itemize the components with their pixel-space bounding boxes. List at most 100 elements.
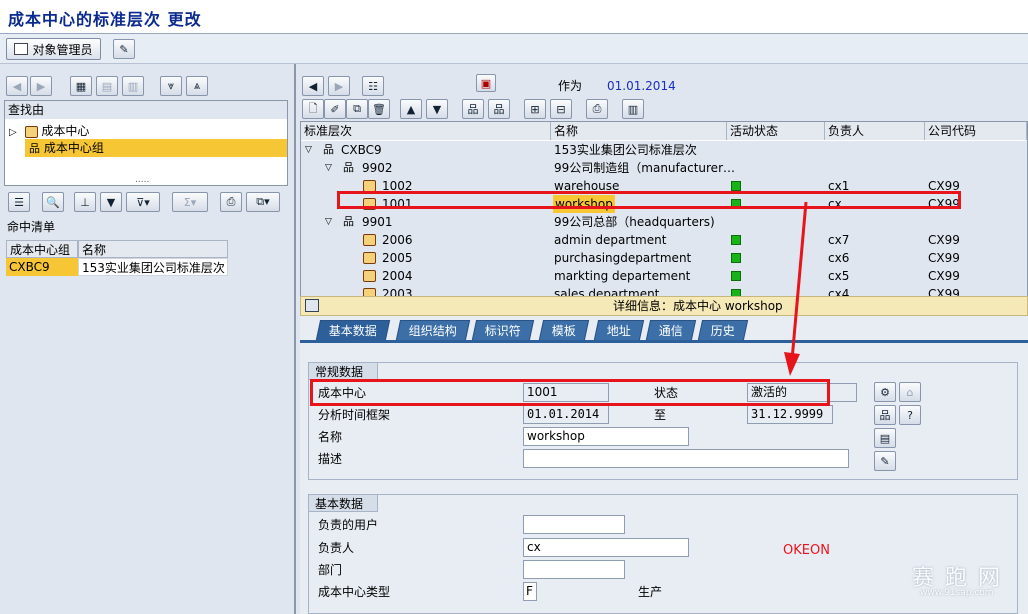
details-icon[interactable]: ☰ (8, 192, 30, 212)
list-icon[interactable]: ☷ (362, 76, 384, 96)
object-manager-icon (14, 43, 29, 55)
filter-icon[interactable]: ⊽▾ (126, 192, 160, 212)
hitlist-col-name[interactable]: 名称 (78, 240, 228, 258)
col-name[interactable]: 名称 (551, 122, 727, 140)
tab-identifier[interactable]: 标识符 (471, 320, 535, 340)
col-company-code[interactable]: 公司代码 (925, 122, 1027, 140)
expand-all-icon[interactable]: ⊞ (524, 99, 546, 119)
collapse-arrow-icon: ▽ (305, 145, 312, 155)
department-field[interactable] (523, 560, 625, 579)
cost-center-type-field[interactable]: F (523, 582, 537, 601)
group-icon: 品 (323, 143, 334, 156)
responsible-user-field[interactable] (523, 515, 625, 534)
group-hierarchy-icon: 品 (29, 142, 40, 155)
hitlist-col-group[interactable]: 成本中心组 (6, 240, 78, 258)
change-icon[interactable]: ✐ (324, 99, 346, 119)
group-icon: 品 (343, 215, 354, 228)
responsible-person-field[interactable]: cx (523, 538, 689, 557)
valid-to-field[interactable]: 31.12.9999 (747, 405, 833, 424)
expand-icon[interactable]: ▥ (122, 76, 144, 96)
move-down-icon[interactable]: ⩔ (160, 76, 182, 96)
calendar-icon[interactable]: ▣ (476, 74, 496, 92)
back-arrow-icon[interactable]: ◀ (302, 76, 324, 96)
search-item-cost-center-group[interactable]: 品 成本中心组 (25, 139, 287, 157)
back-arrow-icon[interactable]: ◀ (6, 76, 28, 96)
object-manager-button[interactable]: 对象管理员 (6, 38, 101, 60)
export-icon[interactable]: ⧉▾ (246, 192, 280, 212)
hierarchy-sub-icon[interactable]: 品 (488, 99, 510, 119)
search-item-cost-center[interactable]: ▷ 成本中心 (9, 122, 89, 140)
tab-basic-data[interactable]: 基本数据 (315, 320, 391, 340)
hitlist-cell-name[interactable]: 153实业集团公司标准层次 (78, 258, 228, 276)
collapse-arrow-icon: ▽ (325, 163, 332, 173)
name-label: 名称 (318, 430, 343, 444)
hierarchy-table: 标准层次 名称 活动状态 负责人 公司代码 ▽ 品 CXBC9 153实业集团公… (300, 121, 1028, 297)
print-icon[interactable]: ⎙ (220, 192, 242, 212)
zoom-icon[interactable]: 🔍 (42, 192, 64, 212)
col-responsible[interactable]: 负责人 (825, 122, 925, 140)
delete-icon[interactable]: 🗑 (368, 99, 390, 119)
responsible-user-label: 负责的用户 (318, 518, 379, 532)
tab-communication[interactable]: 通信 (645, 320, 697, 340)
description-label: 描述 (318, 452, 343, 466)
forward-arrow-icon[interactable]: ▶ (328, 76, 350, 96)
hierarchy-toolbar-1: ◀ ▶ ☷ ▣ 作为 01.01.2014 (300, 74, 1028, 98)
tree-row-2005[interactable]: 2005 purchasingdepartment cx6 CX99 (301, 249, 1027, 267)
application-toolbar: 对象管理员 ✎ (0, 34, 1028, 64)
print-icon[interactable]: ⎙ (586, 99, 608, 119)
department-label: 部门 (318, 563, 343, 577)
move-up-icon[interactable]: ⩓ (186, 76, 208, 96)
sum-icon[interactable]: Σ▾ (172, 192, 208, 212)
search-header: 查找由 (5, 101, 287, 119)
cost-center-icon (363, 234, 376, 246)
expand-arrow-icon: ▷ (9, 127, 17, 138)
valid-from-field[interactable]: 01.01.2014 (523, 405, 609, 424)
move-down-icon[interactable]: ▼ (426, 99, 448, 119)
general-data-title: 常规数据 (308, 362, 378, 380)
info-icon[interactable]: ? (899, 405, 921, 425)
description-field[interactable] (523, 449, 849, 468)
tab-template[interactable]: 模板 (538, 320, 590, 340)
lock-icon[interactable]: ⌂ (899, 382, 921, 402)
cost-center-type-text: 生产 (638, 585, 663, 599)
create-icon[interactable]: 🗋 (302, 99, 324, 119)
tree-row-9902[interactable]: ▽ 品 9902 99公司制造组（manufacturer… (301, 159, 1027, 177)
tree-row-2004[interactable]: 2004 markting departement cx5 CX99 (301, 267, 1027, 285)
left-toolbar: ◀ ▶ ▦ ▤ ▥ ⩔ ⩓ (4, 74, 294, 98)
collapse-all-icon[interactable]: ⊟ (550, 99, 572, 119)
col-hierarchy[interactable]: 标准层次 (301, 122, 551, 140)
forward-arrow-icon[interactable]: ▶ (30, 76, 52, 96)
hitlist-toolbar: ☰ 🔍 ⊥ ▼ ⊽▾ Σ▾ ⎙ ⧉▾ (4, 190, 294, 214)
responsible-person-label: 负责人 (318, 541, 355, 555)
layout-icon[interactable]: ▥ (622, 99, 644, 119)
cost-center-icon (24, 125, 38, 138)
hitlist-cell-group[interactable]: CXBC9 (6, 258, 78, 276)
find-icon[interactable]: ▦ (70, 76, 92, 96)
tree-row-9901[interactable]: ▽ 品 9901 99公司总部（headquarters) (301, 213, 1027, 231)
copy-icon[interactable]: ⧉ (346, 99, 368, 119)
active-status-icon (731, 235, 741, 245)
edit-pencil-icon[interactable]: ✎ (113, 39, 135, 59)
move-up-icon[interactable]: ▲ (400, 99, 422, 119)
window-title: 成本中心的标准层次 更改 (8, 10, 202, 29)
tree-row-cxbc9[interactable]: ▽ 品 CXBC9 153实业集团公司标准层次 (301, 141, 1027, 159)
notes-icon[interactable]: ▤ (874, 428, 896, 448)
tree-row-2006[interactable]: 2006 admin department cx7 CX99 (301, 231, 1027, 249)
tab-org-structure[interactable]: 组织结构 (395, 320, 471, 340)
edit-text-icon[interactable]: ✎ (874, 451, 896, 471)
tab-underline (300, 340, 1028, 343)
detail-toggle-icon[interactable] (305, 299, 319, 312)
col-status[interactable]: 活动状态 (727, 122, 825, 140)
tab-history[interactable]: 历史 (697, 320, 749, 340)
detail-header: 详细信息：成本中心 workshop (300, 296, 1028, 316)
tab-address[interactable]: 地址 (593, 320, 645, 340)
name-field[interactable]: workshop (523, 427, 689, 446)
sort-filter-icon[interactable]: ▼ (100, 192, 122, 212)
assignment-icon[interactable]: ⚙ (874, 382, 896, 402)
collapse-icon[interactable]: ▤ (96, 76, 118, 96)
sort-ascending-icon[interactable]: ⊥ (74, 192, 96, 212)
hitlist-table: 成本中心组 名称 CXBC9 153实业集团公司标准层次 (6, 240, 228, 276)
hierarchy-icon[interactable]: 品 (462, 99, 484, 119)
tree-icon[interactable]: 品 (874, 405, 896, 425)
splitter-dots[interactable]: ..... (135, 175, 149, 185)
